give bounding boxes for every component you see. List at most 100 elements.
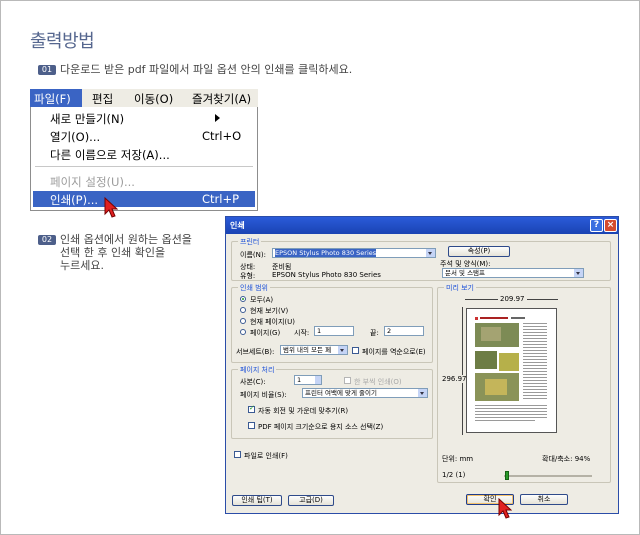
preview-page-thumbnail [466, 308, 557, 433]
page-title: 출력방법 [30, 31, 95, 52]
menu-item-print-label: 인쇄(P)... [50, 193, 99, 207]
radio-all[interactable] [240, 296, 246, 302]
printer-group-label: 프린터 [238, 237, 262, 247]
copies-input[interactable]: 1 [294, 375, 322, 385]
step-1-text: 다운로드 받은 pdf 파일에서 파일 옵션 안의 인쇄를 클릭하세요. [60, 63, 353, 76]
preview-page-icon [475, 317, 547, 421]
copies-value: 1 [297, 376, 302, 384]
printer-group: 프린터 이름(N): EPSON Stylus Photo 830 Series… [231, 237, 611, 281]
printer-name-value: EPSON Stylus Photo 830 Series [275, 249, 377, 257]
print-to-file-label: 파일로 인쇄(F) [244, 452, 288, 460]
menu-file[interactable]: 파일(F) [30, 89, 82, 107]
menu-item-save-as-label: 다른 이름으로 저장(A)... [50, 148, 170, 162]
file-menu-dropdown: 새로 만들기(N) 열기(O)... Ctrl+O 다른 이름으로 저장(A).… [30, 107, 258, 211]
print-tips-button[interactable]: 인쇄 팁(T) [232, 495, 282, 506]
menu-item-new-label: 새로 만들기(N) [50, 112, 125, 126]
chevron-down-icon [574, 269, 583, 277]
menu-item-new[interactable]: 새로 만들기(N) [33, 110, 255, 126]
menu-item-open-label: 열기(O)... [50, 130, 101, 144]
radio-all-label: 모두(A) [250, 296, 274, 304]
menu-item-open-shortcut: Ctrl+O [202, 129, 242, 143]
menu-move[interactable]: 이동(O) [134, 91, 173, 107]
step-2-line: 선택 한 후 인쇄 확인을 [60, 246, 166, 259]
from-label: 시작: [294, 329, 310, 337]
auto-rotate-checkbox[interactable] [248, 404, 255, 413]
menu-item-print-shortcut: Ctrl+P [202, 192, 240, 206]
print-dialog: 인쇄 ? × 프린터 이름(N): EPSON Stylus Photo 830… [225, 216, 619, 514]
from-input[interactable]: 1 [314, 326, 354, 336]
menubar: 파일(F) 편집 이동(O) 즐겨찾기(A) [30, 89, 258, 107]
menu-separator [35, 166, 253, 167]
cancel-button[interactable]: 취소 [520, 494, 568, 505]
step-1-badge: 01 [38, 65, 56, 75]
radio-current-view-label: 현재 보기(V) [250, 307, 289, 315]
comments-value: 문서 및 스탬프 [445, 269, 486, 277]
dialog-titlebar: 인쇄 [226, 217, 618, 234]
collate-checkbox[interactable] [344, 377, 351, 384]
page-handling-group-label: 페이지 처리 [238, 365, 277, 375]
radio-pages[interactable] [240, 329, 246, 335]
step-2-line: 누르세요. [60, 259, 104, 272]
page-slider-track[interactable] [504, 475, 592, 477]
printer-name-select[interactable]: EPSON Stylus Photo 830 Series [272, 248, 436, 258]
preview-group-label: 미리 보기 [444, 283, 476, 293]
dialog-title: 인쇄 [230, 221, 245, 230]
printer-name-label: 이름(N): [240, 251, 266, 259]
properties-button[interactable]: 속성(P) [448, 246, 510, 257]
auto-rotate-label: 자동 회전 및 가운데 맞추기(R) [258, 407, 349, 415]
preview-height: 296.97 [442, 375, 467, 383]
menu-item-save-as[interactable]: 다른 이름으로 저장(A)... [33, 146, 255, 162]
menu-item-print[interactable]: 인쇄(P)... Ctrl+P [33, 191, 255, 207]
mouse-cursor-icon [104, 197, 118, 218]
radio-current-view[interactable] [240, 307, 246, 313]
printer-type-value: EPSON Stylus Photo 830 Series [272, 271, 381, 279]
page-slider-handle[interactable] [505, 471, 509, 480]
mouse-cursor-icon [498, 498, 512, 519]
preview-page-count: 1/2 (1) [442, 471, 466, 479]
chevron-down-icon [418, 389, 427, 397]
chevron-down-icon [426, 249, 435, 257]
printer-type-label: 유형: [240, 272, 256, 280]
to-label: 끝: [370, 329, 379, 337]
radio-current-page[interactable] [240, 318, 246, 324]
scaling-select[interactable]: 프린터 여백에 맞게 줄이기 [302, 388, 428, 398]
print-range-group: 인쇄 범위 모두(A) 현재 보기(V) 현재 페이지(U) 페이지(G) 시작… [231, 283, 433, 363]
print-range-group-label: 인쇄 범위 [238, 283, 270, 293]
subset-select[interactable]: 범위 내의 모든 페 [280, 345, 348, 355]
print-to-file-checkbox[interactable] [234, 451, 241, 458]
spinner-icon[interactable] [315, 376, 321, 384]
to-input[interactable]: 2 [384, 326, 424, 336]
menu-edit[interactable]: 편집 [92, 91, 113, 107]
menu-item-page-setup[interactable]: 페이지 설정(U)... [33, 173, 255, 189]
subset-value: 범위 내의 모든 페 [283, 346, 332, 354]
preview-unit: 단위: mm [442, 455, 474, 463]
close-icon[interactable]: × [604, 219, 617, 232]
preview-zoom: 확대/축소: 94% [542, 455, 591, 463]
chevron-down-icon [338, 346, 347, 354]
comments-select[interactable]: 문서 및 스탬프 [442, 268, 584, 278]
reverse-label: 페이지를 역순으로(E) [362, 348, 426, 356]
menu-item-page-setup-label: 페이지 설정(U)... [50, 175, 135, 189]
advanced-button[interactable]: 고급(D) [288, 495, 334, 506]
radio-pages-label: 페이지(G) [250, 329, 281, 337]
menu-favorites[interactable]: 즐겨찾기(A) [192, 91, 251, 107]
help-icon[interactable]: ? [590, 219, 603, 232]
preview-width: 209.97 [498, 295, 527, 303]
collate-label: 한 부씩 인쇄(O) [354, 378, 402, 386]
page-handling-group: 페이지 처리 사본(C): 1 한 부씩 인쇄(O) 페이지 비율(S): 프린… [231, 365, 433, 439]
reverse-checkbox[interactable] [352, 347, 359, 354]
step-2-badge: 02 [38, 235, 56, 245]
step-2: 02 인쇄 옵션에서 원하는 옵션을 선택 한 후 인쇄 확인을 누르세요. [38, 233, 208, 272]
copies-label: 사본(C): [240, 378, 266, 386]
pdf-size-checkbox[interactable] [248, 422, 255, 429]
pdf-size-label: PDF 페이지 크기순으로 용지 소스 선택(Z) [258, 423, 384, 431]
height-dimension-line [462, 307, 463, 435]
submenu-arrow-icon [215, 114, 220, 122]
step-2-line: 인쇄 옵션에서 원하는 옵션을 [60, 233, 192, 246]
step-1: 01 다운로드 받은 pdf 파일에서 파일 옵션 안의 인쇄를 클릭하세요. [38, 63, 352, 76]
menu-item-open[interactable]: 열기(O)... Ctrl+O [33, 128, 255, 144]
scaling-value: 프린터 여백에 맞게 줄이기 [305, 389, 377, 397]
scaling-label: 페이지 비율(S): [240, 391, 287, 399]
radio-current-page-label: 현재 페이지(U) [250, 318, 296, 326]
subset-label: 서브세트(B): [236, 348, 275, 356]
